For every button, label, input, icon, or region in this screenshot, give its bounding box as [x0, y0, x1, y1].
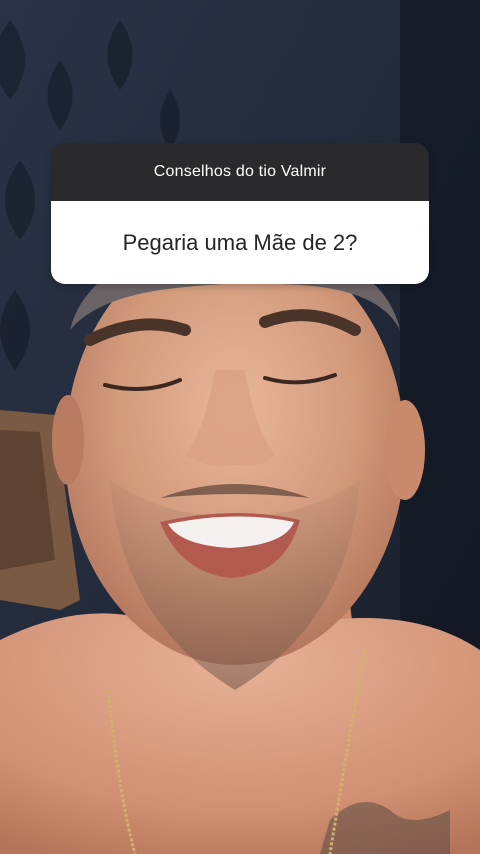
- question-sticker-body: Pegaria uma Mãe de 2?: [51, 201, 429, 284]
- question-sticker-header-text: Conselhos do tio Valmir: [153, 163, 327, 180]
- question-sticker[interactable]: Conselhos do tio Valmir Pegaria uma Mãe …: [51, 143, 429, 284]
- question-sticker-header: Conselhos do tio Valmir: [51, 143, 429, 201]
- question-text: Pegaria uma Mãe de 2?: [122, 229, 358, 255]
- story-background-photo: [0, 0, 480, 854]
